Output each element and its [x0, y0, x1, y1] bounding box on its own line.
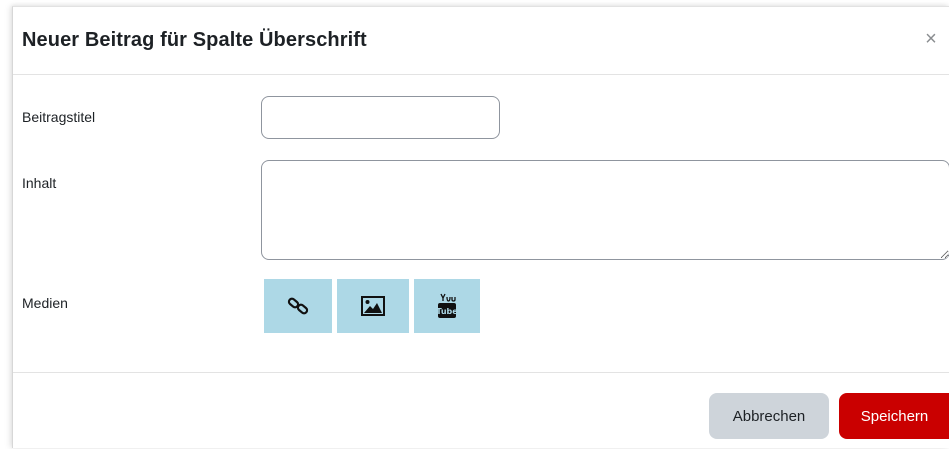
media-label: Medien [22, 295, 68, 311]
link-icon [287, 295, 309, 317]
close-button[interactable]: × [920, 29, 942, 51]
save-button[interactable]: Speichern [839, 393, 949, 439]
new-post-dialog: Neuer Beitrag für Spalte Überschrift × B… [12, 6, 949, 448]
dialog-header: Neuer Beitrag für Spalte Überschrift × [13, 7, 949, 75]
add-link-button[interactable] [264, 279, 332, 333]
dialog-footer: Abbrechen Speichern [13, 372, 949, 449]
image-icon [361, 296, 385, 316]
title-label: Beitragstitel [22, 109, 96, 125]
cancel-button[interactable]: Abbrechen [709, 393, 829, 439]
title-input[interactable] [261, 96, 500, 139]
dialog-title: Neuer Beitrag für Spalte Überschrift [22, 29, 367, 51]
close-icon: × [925, 28, 937, 50]
svg-text:Tube: Tube [437, 307, 457, 316]
add-video-button[interactable]: Tube [414, 279, 480, 333]
content-label: Inhalt [22, 175, 57, 191]
youtube-icon: Tube [436, 293, 458, 319]
add-image-button[interactable] [337, 279, 409, 333]
content-textarea[interactable] [261, 160, 949, 260]
